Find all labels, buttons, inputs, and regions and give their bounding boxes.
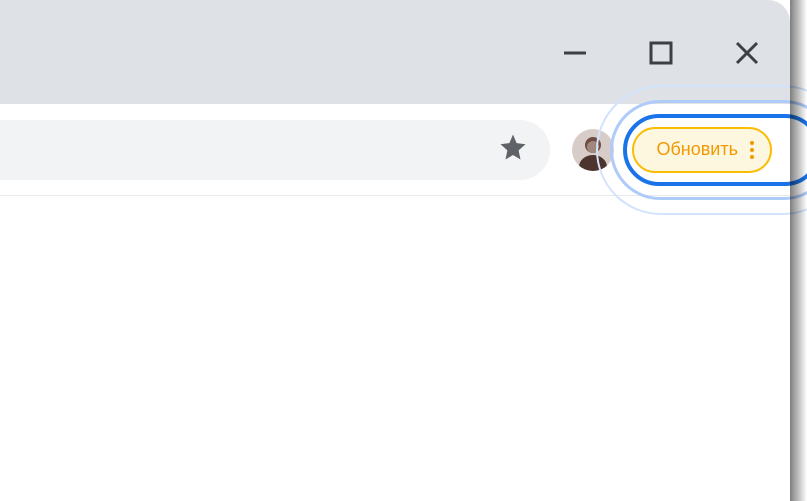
profile-avatar-button[interactable] [572, 129, 614, 171]
update-button[interactable]: Обновить [632, 127, 772, 173]
avatar-icon [572, 129, 614, 171]
address-bar[interactable] [0, 120, 550, 180]
minimize-button[interactable] [560, 38, 590, 68]
close-button[interactable] [732, 38, 762, 68]
update-highlight: Обновить [632, 120, 772, 180]
browser-window: Обновить [0, 0, 790, 500]
window-edge-shadow [790, 0, 807, 501]
update-label: Обновить [656, 139, 738, 160]
titlebar [0, 0, 790, 104]
close-icon [734, 40, 760, 66]
maximize-icon [648, 40, 674, 66]
browser-toolbar: Обновить [0, 104, 790, 196]
bookmark-star-icon[interactable] [498, 132, 528, 167]
maximize-button[interactable] [646, 38, 676, 68]
page-content [0, 196, 790, 500]
more-menu-icon[interactable] [748, 141, 756, 159]
minimize-icon [562, 40, 588, 66]
